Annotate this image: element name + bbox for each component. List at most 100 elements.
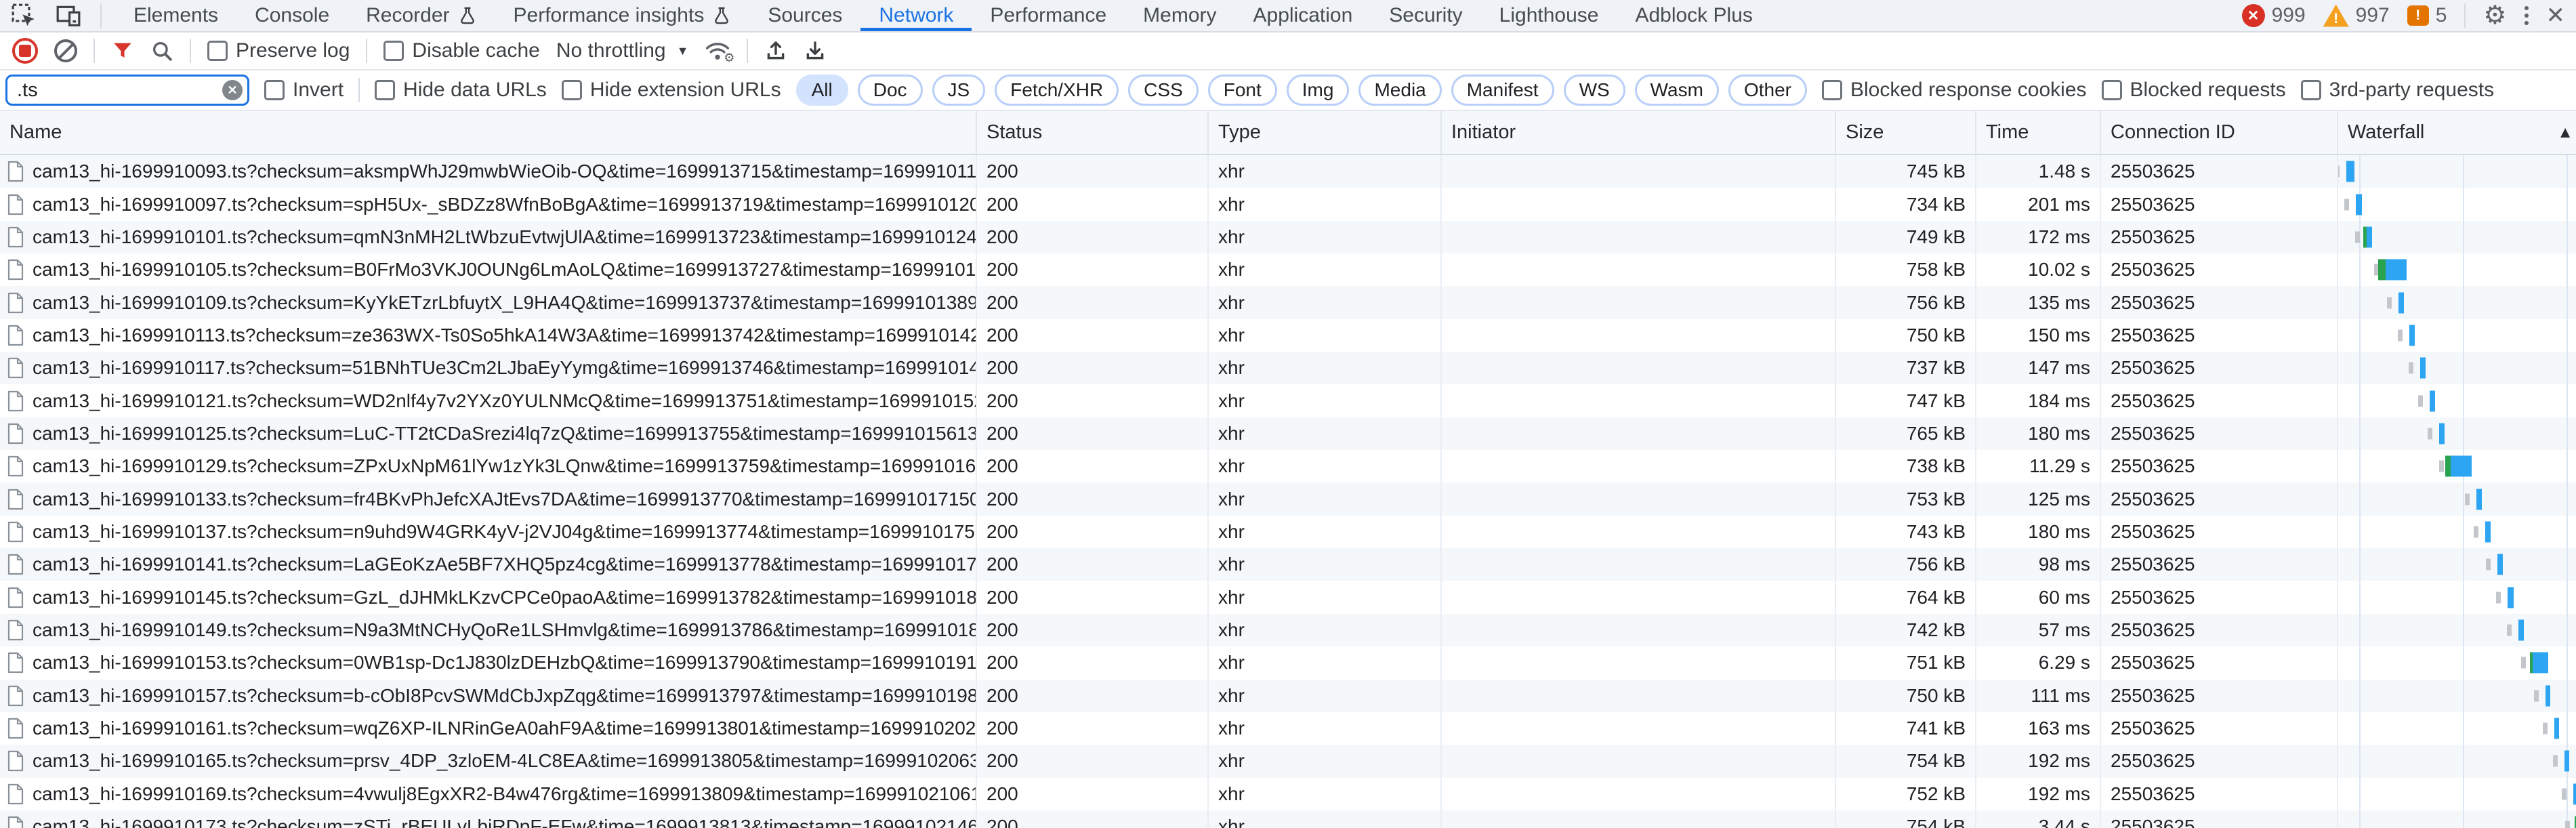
filter-pill-ws[interactable]: WS (1564, 75, 1625, 106)
request-connection-id: 25503625 (2101, 188, 2338, 220)
tab-performance-insights[interactable]: Performance insights (495, 0, 750, 31)
third-party-requests-checkbox[interactable]: 3rd-party requests (2301, 79, 2494, 102)
more-options-icon[interactable] (2525, 6, 2529, 25)
table-row[interactable]: cam13_hi-1699910125.ts?checksum=LuC-TT2t… (0, 417, 2576, 450)
tabbar-divider (2464, 3, 2466, 28)
pill-label: Wasm (1650, 79, 1703, 101)
document-icon (7, 325, 24, 346)
table-row[interactable]: cam13_hi-1699910137.ts?checksum=n9uhd9W4… (0, 516, 2576, 548)
waterfall-waiting-bar (2445, 456, 2451, 477)
close-devtools-icon[interactable]: ✕ (2546, 4, 2566, 27)
waterfall-waiting-bar (2378, 260, 2386, 281)
blocked-response-cookies-label: Blocked response cookies (1850, 79, 2087, 102)
column-header-status[interactable]: Status (977, 111, 1209, 154)
waterfall-queue-tick (2553, 755, 2558, 767)
hide-extension-urls-checkbox[interactable]: Hide extension URLs (562, 79, 781, 102)
disable-cache-checkbox[interactable]: Disable cache (383, 39, 539, 62)
import-har-icon[interactable] (764, 39, 787, 62)
export-har-icon[interactable] (804, 39, 827, 62)
filter-icon[interactable] (111, 39, 134, 62)
table-row[interactable]: cam13_hi-1699910121.ts?checksum=WD2nlf4y… (0, 384, 2576, 417)
request-name: cam13_hi-1699910157.ts?checksum=b-cObI8P… (33, 685, 977, 707)
console-errors-badge[interactable]: ✕ 999 (2242, 4, 2306, 27)
filter-pill-font[interactable]: Font (1208, 75, 1277, 106)
console-warnings-badge[interactable]: ! 997 (2323, 4, 2390, 27)
waterfall-queue-tick (2562, 788, 2567, 800)
issues-badge[interactable]: ! 5 (2407, 4, 2447, 27)
column-header-size[interactable]: Size (1836, 111, 1976, 154)
clear-filter-icon[interactable]: ✕ (222, 80, 243, 100)
invert-checkbox[interactable]: Invert (264, 79, 344, 102)
table-row[interactable]: cam13_hi-1699910109.ts?checksum=KyYkETzr… (0, 286, 2576, 318)
table-row[interactable]: cam13_hi-1699910173.ts?checksum=zSTi_rBE… (0, 810, 2576, 828)
tab-recorder[interactable]: Recorder (348, 0, 495, 31)
settings-gear-icon[interactable]: ⚙ (2483, 3, 2506, 28)
inspect-element-icon[interactable] (11, 3, 37, 28)
table-row[interactable]: cam13_hi-1699910165.ts?checksum=prsv_4DP… (0, 745, 2576, 777)
request-time: 125 ms (1976, 482, 2101, 515)
request-initiator (1442, 614, 1836, 646)
waterfall-download-bar (2546, 685, 2550, 706)
tab-lighthouse[interactable]: Lighthouse (1481, 0, 1617, 31)
search-icon[interactable] (150, 39, 173, 62)
preserve-log-checkbox[interactable]: Preserve log (207, 39, 350, 62)
table-row[interactable]: cam13_hi-1699910105.ts?checksum=B0FrMo3V… (0, 253, 2576, 286)
filter-pill-doc[interactable]: Doc (858, 75, 923, 106)
filter-pill-img[interactable]: Img (1287, 75, 1350, 106)
table-row[interactable]: cam13_hi-1699910141.ts?checksum=LaGEoKzA… (0, 548, 2576, 581)
table-row[interactable]: cam13_hi-1699910113.ts?checksum=ze363WX-… (0, 319, 2576, 352)
filter-pill-other[interactable]: Other (1728, 75, 1807, 106)
network-conditions-icon[interactable]: ⚙ (705, 39, 730, 62)
tab-elements[interactable]: Elements (115, 0, 236, 31)
record-network-log-button[interactable] (12, 38, 38, 64)
table-row[interactable]: cam13_hi-1699910101.ts?checksum=qmN3nMH2… (0, 221, 2576, 253)
tab-performance[interactable]: Performance (972, 0, 1125, 31)
tab-network[interactable]: Network (860, 0, 972, 31)
table-row[interactable]: cam13_hi-1699910097.ts?checksum=spH5Ux-_… (0, 188, 2576, 220)
table-row[interactable]: cam13_hi-1699910093.ts?checksum=aksmpWhJ… (0, 155, 2576, 188)
filter-input[interactable] (5, 75, 249, 106)
table-row[interactable]: cam13_hi-1699910133.ts?checksum=fr4BKvPh… (0, 482, 2576, 515)
filter-pill-css[interactable]: CSS (1128, 75, 1199, 106)
filter-pill-wasm[interactable]: Wasm (1635, 75, 1719, 106)
filter-pill-js[interactable]: JS (932, 75, 986, 106)
throttling-select[interactable]: No throttling ▼ (556, 39, 689, 62)
table-row[interactable]: cam13_hi-1699910149.ts?checksum=N9a3MtNC… (0, 614, 2576, 646)
blocked-requests-checkbox[interactable]: Blocked requests (2102, 79, 2286, 102)
tab-application[interactable]: Application (1235, 0, 1371, 31)
table-row[interactable]: cam13_hi-1699910145.ts?checksum=GzL_dJHM… (0, 581, 2576, 613)
filter-pill-fetch-xhr[interactable]: Fetch/XHR (995, 75, 1119, 106)
column-header-name[interactable]: Name (0, 111, 977, 154)
column-header-time[interactable]: Time (1976, 111, 2101, 154)
request-connection-id: 25503625 (2101, 516, 2338, 548)
blocked-response-cookies-checkbox[interactable]: Blocked response cookies (1822, 79, 2087, 102)
table-row[interactable]: cam13_hi-1699910169.ts?checksum=4vwulj8E… (0, 778, 2576, 810)
table-row[interactable]: cam13_hi-1699910157.ts?checksum=b-cObI8P… (0, 680, 2576, 712)
table-row[interactable]: cam13_hi-1699910153.ts?checksum=0WB1sp-D… (0, 646, 2576, 679)
tab-security[interactable]: Security (1371, 0, 1480, 31)
tab-memory[interactable]: Memory (1125, 0, 1234, 31)
waterfall-download-bar (2430, 390, 2435, 411)
table-row[interactable]: cam13_hi-1699910117.ts?checksum=51BNhTUe… (0, 352, 2576, 384)
filter-pill-media[interactable]: Media (1358, 75, 1441, 106)
request-name: cam13_hi-1699910141.ts?checksum=LaGEoKzA… (33, 554, 977, 575)
device-toolbar-icon[interactable] (56, 3, 81, 28)
sort-ascending-icon: ▲ (2557, 123, 2573, 142)
waterfall-cell (2338, 319, 2576, 352)
clear-network-log-button[interactable] (54, 39, 77, 62)
table-row[interactable]: cam13_hi-1699910161.ts?checksum=wqZ6XP-I… (0, 712, 2576, 745)
throttling-value: No throttling (556, 39, 666, 62)
tab-adblock-plus[interactable]: Adblock Plus (1617, 0, 1770, 31)
filter-pill-manifest[interactable]: Manifest (1451, 75, 1554, 106)
tab-sources[interactable]: Sources (749, 0, 860, 31)
table-row[interactable]: cam13_hi-1699910129.ts?checksum=ZPxUxNpM… (0, 450, 2576, 482)
tab-console[interactable]: Console (236, 0, 348, 31)
column-header-initiator[interactable]: Initiator (1442, 111, 1836, 154)
filter-pill-all[interactable]: All (796, 75, 848, 106)
hide-data-urls-checkbox[interactable]: Hide data URLs (375, 79, 547, 102)
column-header-waterfall[interactable]: Waterfall ▲ (2338, 111, 2576, 154)
column-header-connection-id[interactable]: Connection ID (2101, 111, 2338, 154)
filterbar-divider (358, 78, 360, 102)
request-initiator (1442, 155, 1836, 188)
column-header-type[interactable]: Type (1209, 111, 1442, 154)
